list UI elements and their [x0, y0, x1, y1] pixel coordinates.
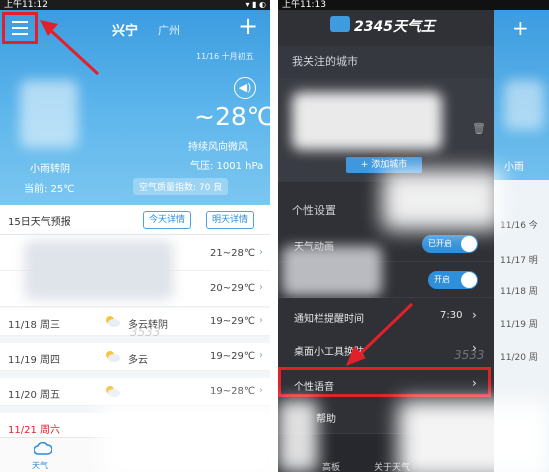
city-region: 广州	[158, 24, 180, 37]
blurred-weather-icon	[20, 80, 78, 148]
highlight-box-annotation	[278, 367, 491, 397]
partly-cloudy-icon	[106, 386, 120, 397]
menu-icon-bar	[12, 27, 28, 29]
blur-overlay	[278, 400, 318, 472]
blurred-city-entry	[292, 92, 442, 150]
blur-overlay	[100, 400, 270, 472]
cloud-icon[interactable]	[34, 442, 52, 456]
forecast-temp: 20~29℃	[210, 283, 256, 294]
forecast-weather: 多云	[128, 355, 148, 366]
speaker-icon[interactable]: ◀)	[234, 77, 256, 99]
side-forecast-row: 11/19 周	[500, 320, 538, 330]
city-name[interactable]: 兴宁	[112, 20, 138, 39]
tomorrow-detail-button[interactable]: 明天详情	[206, 211, 255, 229]
nav-weather-label[interactable]: 天气	[32, 460, 48, 471]
blurred-setting	[282, 246, 382, 296]
chevron-right-icon: ›	[259, 282, 263, 293]
current-temperature: 当前: 25℃	[24, 184, 75, 195]
partly-cloudy-icon	[106, 316, 120, 327]
red-arrow-annotation	[346, 302, 414, 366]
wind-info: 持续风向微风	[188, 142, 248, 153]
toggle-state: 已开启	[428, 239, 452, 248]
toggle-knob	[461, 236, 477, 252]
menu-icon-bar	[12, 21, 28, 23]
chevron-right-icon: ›	[259, 247, 263, 258]
side-weather-desc: 小雨	[504, 162, 524, 173]
app-logo: 2345天气王	[354, 19, 435, 35]
forecast-date: 11/21 周六	[8, 425, 60, 436]
blurred-weather-icon	[504, 80, 544, 130]
forecast-date: 11/20 周五	[8, 390, 60, 401]
forecast-date: 11/18 周三	[8, 320, 60, 331]
section-followed-cities: 我关注的城市	[278, 46, 494, 78]
left-screen: 上午11:12 ▾ ▮ ◐ 兴宁 广州 + 11/16 十月初五 ◀) ~28℃…	[0, 0, 270, 472]
date-lunar: 11/16 十月初五	[196, 52, 254, 61]
toggle-knob	[461, 272, 477, 288]
side-forecast-row: 11/16 今	[500, 221, 538, 231]
status-time: 上午11:12	[4, 0, 48, 10]
chevron-right-icon: ›	[259, 350, 263, 361]
menu-button[interactable]	[2, 12, 38, 44]
aqi-badge[interactable]: 空气质量指数: 70 良	[133, 178, 229, 195]
trash-icon[interactable]: 🗑	[472, 122, 486, 135]
chevron-right-icon: ›	[259, 385, 263, 396]
notify-time-value: 7:30	[440, 310, 463, 321]
watermark: 3533	[130, 325, 161, 339]
forecast-title: 15日天气预报	[8, 217, 71, 228]
side-forecast-row: 11/18 周	[500, 287, 538, 297]
forecast-temp: 19~29℃	[210, 316, 256, 327]
chevron-right-icon: ›	[472, 308, 477, 322]
help-label: 帮助	[316, 414, 336, 425]
weather-description: 小雨转阴	[30, 164, 70, 175]
blur-overlay	[382, 170, 502, 230]
footer-tab-left[interactable]: 高板	[322, 460, 340, 472]
blur-overlay	[398, 400, 549, 472]
toggle-state: 开启	[434, 275, 450, 284]
forecast-date: 11/19 周四	[8, 355, 60, 366]
status-bar: 上午11:13	[278, 0, 549, 10]
side-forecast-row: 11/20 周	[500, 353, 538, 363]
side-forecast-row: 11/17 明	[500, 256, 538, 266]
setting-toggle[interactable]: 开启	[428, 271, 478, 289]
today-detail-button[interactable]: 今天详情	[143, 211, 192, 229]
forecast-temp: 19~28℃	[210, 386, 256, 397]
right-screen: 上午11:13 + 小雨 11/16 今 11/17 明 11/18 周 11/…	[278, 0, 549, 472]
menu-icon-bar	[12, 33, 28, 35]
add-city-icon[interactable]: +	[512, 16, 529, 40]
forecast-temp: 19~29℃	[210, 351, 256, 362]
logo-cloud-icon	[330, 16, 350, 32]
status-icons: ▾ ▮ ◐	[245, 0, 266, 9]
watermark: 3533	[454, 348, 485, 362]
red-arrow-annotation	[40, 20, 100, 76]
pressure-info: 气压: 1001 hPa	[190, 161, 264, 172]
forecast-temp: 21~28℃	[210, 248, 256, 259]
partly-cloudy-icon	[106, 351, 120, 362]
forecast-row[interactable]: 11/19 周四 多云 19~29℃ ›	[0, 343, 270, 371]
weather-animation-toggle[interactable]: 已开启	[422, 235, 478, 253]
chevron-right-icon: ›	[259, 315, 263, 326]
blurred-rows	[24, 240, 174, 300]
status-time: 上午11:13	[282, 0, 326, 10]
temperature-range: ~28℃	[194, 102, 270, 131]
status-bar: 上午11:12 ▾ ▮ ◐	[0, 0, 270, 10]
add-city-button[interactable]: +	[238, 14, 258, 38]
